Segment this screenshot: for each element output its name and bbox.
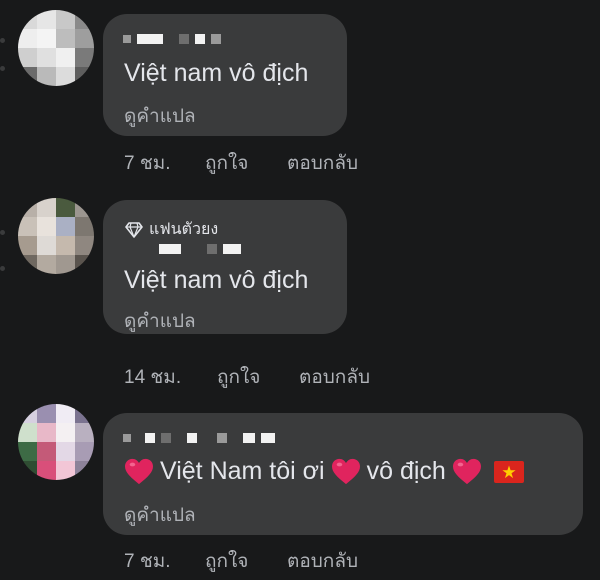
comment-bubble: แฟนตัวยง Việt nam vô địch ดูคำแปล (103, 200, 347, 334)
comment-text: Việt nam vô địch (124, 59, 309, 87)
avatar[interactable] (18, 404, 94, 480)
comment-text-part: vô địch (366, 457, 446, 485)
thread-line-dot (0, 38, 5, 43)
author-name-redacted[interactable] (123, 433, 275, 443)
comment-bubble: Việt Nam tôi ơi vô địch ดูคำแปล (103, 413, 583, 535)
timestamp[interactable]: 14 ชม. (124, 362, 217, 392)
thread-line-dot (0, 66, 5, 71)
comment-actions: 7 ชม. ถูกใจ ตอบกลับ (124, 546, 358, 576)
see-translation-link[interactable]: ดูคำแปล (124, 101, 196, 131)
comment-2: แฟนตัวยง Việt nam vô địch ดูคำแปล 14 ชม.… (0, 190, 600, 400)
comment-actions: 14 ชม. ถูกใจ ตอบกลับ (124, 362, 370, 392)
badge-label: แฟนตัวยง (149, 221, 219, 238)
see-translation-link[interactable]: ดูคำแปล (124, 306, 196, 336)
red-heart-icon (331, 458, 360, 484)
comment-1: Việt nam vô địch ดูคำแปล 7 ชม. ถูกใจ ตอบ… (0, 0, 600, 190)
author-name-redacted[interactable] (159, 244, 241, 254)
thread-line-dot (0, 230, 5, 235)
like-button[interactable]: ถูกใจ (217, 362, 299, 392)
comments-thread: Việt nam vô địch ดูคำแปล 7 ชม. ถูกใจ ตอบ… (0, 0, 600, 580)
see-translation-link[interactable]: ดูคำแปล (124, 500, 196, 530)
comment-text-part: Việt Nam tôi ơi (160, 457, 325, 485)
comment-bubble: Việt nam vô địch ดูคำแปล (103, 14, 347, 136)
red-heart-icon (125, 458, 153, 484)
comment-text: Việt nam vô địch (124, 266, 309, 294)
thread-line-dot (0, 266, 5, 271)
red-heart-icon (452, 458, 481, 484)
reply-button[interactable]: ตอบกลับ (299, 362, 370, 392)
comment-3: Việt Nam tôi ơi vô địch ดูคำแปล 7 ชม. ถู… (0, 400, 600, 580)
timestamp[interactable]: 7 ชม. (124, 546, 205, 576)
like-button[interactable]: ถูกใจ (205, 148, 287, 178)
comment-actions: 7 ชม. ถูกใจ ตอบกลับ (124, 148, 358, 178)
reply-button[interactable]: ตอบกลับ (287, 546, 358, 576)
top-fan-badge: แฟนตัวยง (125, 217, 218, 242)
reply-button[interactable]: ตอบกลับ (287, 148, 358, 178)
diamond-icon (125, 221, 143, 238)
like-button[interactable]: ถูกใจ (205, 546, 287, 576)
author-name-redacted[interactable] (123, 34, 221, 44)
avatar[interactable] (18, 198, 94, 274)
timestamp[interactable]: 7 ชม. (124, 148, 205, 178)
comment-text: Việt Nam tôi ơi vô địch (124, 457, 524, 486)
avatar[interactable] (18, 10, 94, 86)
vietnam-flag-icon (493, 460, 524, 483)
